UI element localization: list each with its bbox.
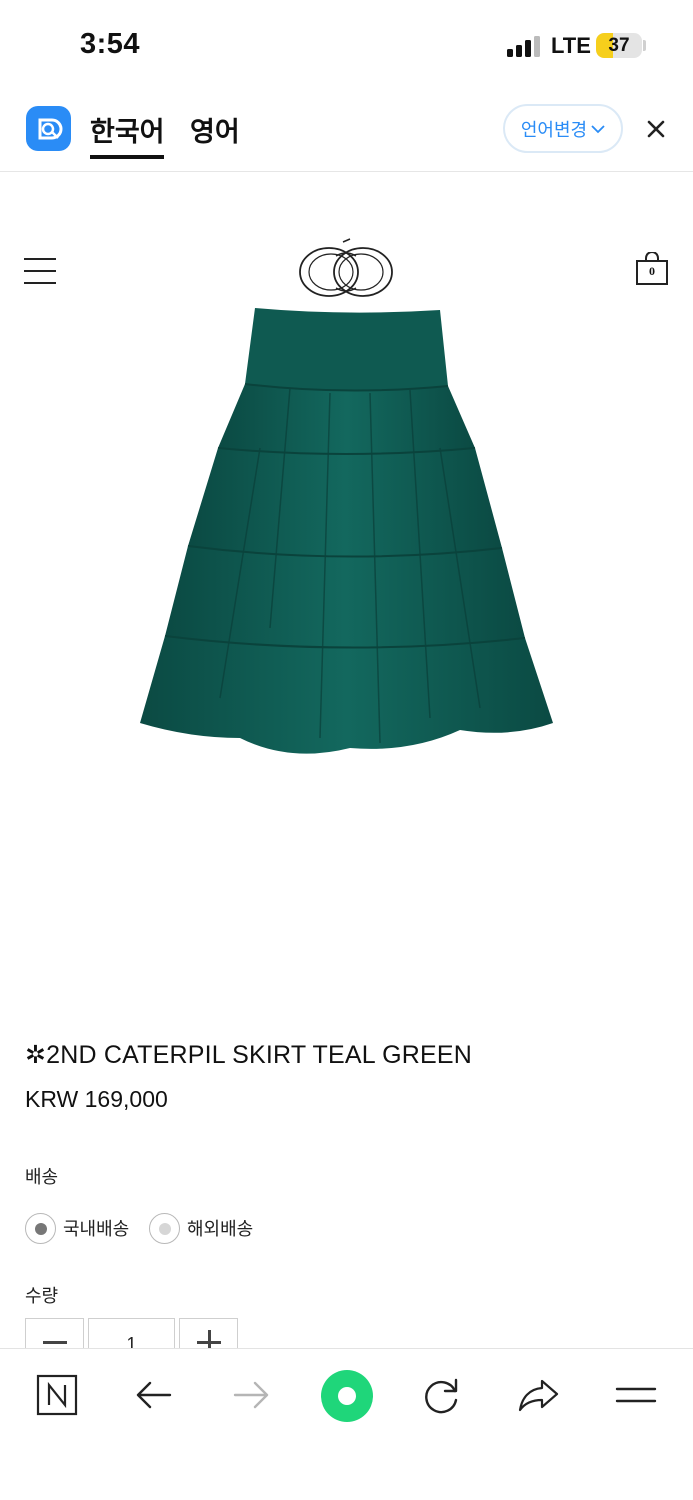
minus-icon [43, 1341, 67, 1344]
shipping-option-label: 해외배송 [187, 1219, 254, 1239]
tab-korean[interactable]: 한국어 [90, 110, 165, 149]
signal-strength-icon [507, 36, 540, 57]
back-arrow-icon[interactable] [130, 1371, 178, 1419]
status-bar: 3:54 LTE 37 [0, 0, 693, 92]
shipping-option-overseas[interactable]: 해외배송 [149, 1212, 253, 1244]
papago-logo-icon [38, 118, 63, 140]
hamburger-menu-icon[interactable] [24, 258, 56, 284]
brand-logo[interactable] [296, 236, 396, 302]
browser-toolbar [0, 1348, 693, 1500]
forward-arrow-icon[interactable] [227, 1371, 275, 1419]
cart-count: 0 [649, 264, 655, 278]
quantity-label: 수량 [25, 1286, 59, 1306]
change-language-label: 언어변경 [520, 119, 588, 140]
radio-overseas[interactable] [149, 1212, 180, 1244]
shipping-option-label: 국내배송 [63, 1219, 130, 1239]
share-icon[interactable] [515, 1371, 563, 1419]
shipping-label: 배송 [25, 1167, 59, 1187]
status-time: 3:54 [80, 28, 141, 60]
menu-icon[interactable] [612, 1371, 660, 1419]
radio-domestic[interactable] [25, 1212, 56, 1244]
translate-app-icon[interactable] [26, 106, 71, 151]
translate-bar: 한국어 영어 언어변경 [0, 92, 693, 172]
green-assistant-icon[interactable] [320, 1369, 374, 1423]
battery-icon: 37 [596, 33, 642, 58]
battery-percent: 37 [608, 35, 630, 56]
shipping-option-domestic[interactable]: 국내배송 [25, 1212, 129, 1244]
network-type: LTE [551, 33, 591, 58]
tab-english[interactable]: 영어 [190, 110, 240, 149]
product-image[interactable] [130, 298, 570, 768]
naver-home-icon[interactable] [33, 1371, 81, 1419]
chevron-down-icon [591, 124, 605, 133]
change-language-button[interactable]: 언어변경 [503, 104, 623, 153]
battery-tip [643, 40, 646, 51]
product-name: ✲2ND CATERPIL SKIRT TEAL GREEN [25, 1041, 472, 1069]
close-icon[interactable] [640, 113, 672, 145]
reload-icon[interactable] [418, 1371, 466, 1419]
product-price: KRW 169,000 [25, 1086, 168, 1112]
active-tab-indicator [90, 155, 164, 159]
shopping-bag-icon[interactable]: 0 [635, 251, 669, 286]
